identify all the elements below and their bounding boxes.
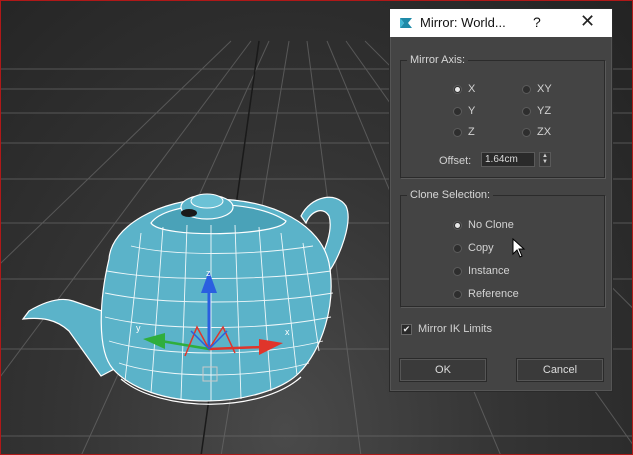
radio-label: XY — [537, 83, 552, 95]
mirror-axis-label: Mirror Axis: — [407, 53, 468, 67]
radio-indicator[interactable] — [453, 220, 462, 230]
checkbox-indicator[interactable]: ✔ — [401, 323, 412, 335]
teapot-mesh — [21, 193, 349, 405]
radio-indicator[interactable] — [522, 106, 531, 116]
mirror-ik-limits-checkbox[interactable]: ✔ Mirror IK Limits — [401, 323, 492, 335]
clone-selection-label: Clone Selection: — [407, 188, 494, 202]
radio-axis-xy[interactable]: XY — [522, 83, 552, 95]
radio-label: YZ — [537, 105, 552, 117]
radio-label: Reference — [468, 288, 519, 300]
checkbox-label: Mirror IK Limits — [418, 323, 492, 335]
gizmo-x-label: x — [285, 327, 290, 337]
radio-indicator[interactable] — [453, 289, 462, 299]
radio-indicator[interactable] — [453, 106, 462, 116]
radio-indicator[interactable] — [522, 127, 531, 137]
mouse-cursor-icon — [512, 238, 526, 258]
radio-label: Instance — [468, 265, 510, 277]
gizmo-y-label: y — [136, 323, 141, 333]
dialog-titlebar[interactable]: Mirror: World... ? ✕ — [390, 9, 612, 37]
gizmo-z-label: z — [206, 268, 211, 278]
offset-spinner[interactable]: ▲ ▼ — [539, 152, 551, 167]
radio-indicator[interactable] — [453, 84, 462, 94]
radio-indicator[interactable] — [453, 243, 462, 253]
radio-indicator[interactable] — [453, 127, 462, 137]
radio-label: X — [468, 83, 476, 95]
radio-axis-z[interactable]: Z — [453, 126, 475, 138]
radio-axis-y[interactable]: Y — [453, 105, 475, 117]
radio-indicator[interactable] — [522, 84, 531, 94]
radio-label: Y — [468, 105, 476, 117]
dialog-title: Mirror: World... — [420, 15, 506, 30]
radio-instance[interactable]: Instance — [453, 265, 510, 277]
radio-axis-x[interactable]: X — [453, 83, 475, 95]
mirror-dialog: Mirror: World... ? ✕ Mirror Axis: X Y Z … — [389, 8, 613, 392]
offset-input[interactable]: 1.64cm — [481, 152, 535, 167]
radio-reference[interactable]: Reference — [453, 288, 519, 300]
radio-indicator[interactable] — [453, 266, 462, 276]
radio-copy[interactable]: Copy — [453, 242, 494, 254]
cancel-button[interactable]: Cancel — [516, 358, 604, 382]
help-button[interactable]: ? — [533, 14, 541, 30]
mirror-axis-group: Mirror Axis: X Y Z XY YZ ZX Offset: 1.64… — [400, 53, 605, 178]
radio-label: No Clone — [468, 219, 514, 231]
radio-label: ZX — [537, 126, 552, 138]
radio-axis-zx[interactable]: ZX — [522, 126, 551, 138]
close-button[interactable]: ✕ — [580, 11, 595, 32]
3dsmax-logo-icon — [400, 18, 412, 28]
offset-label: Offset: — [439, 155, 472, 167]
radio-label: Z — [468, 126, 475, 138]
clone-selection-group: Clone Selection: No Clone Copy Instance … — [400, 188, 605, 307]
radio-axis-yz[interactable]: YZ — [522, 105, 551, 117]
radio-no-clone[interactable]: No Clone — [453, 219, 514, 231]
radio-label: Copy — [468, 242, 494, 254]
ok-button[interactable]: OK — [399, 358, 487, 382]
